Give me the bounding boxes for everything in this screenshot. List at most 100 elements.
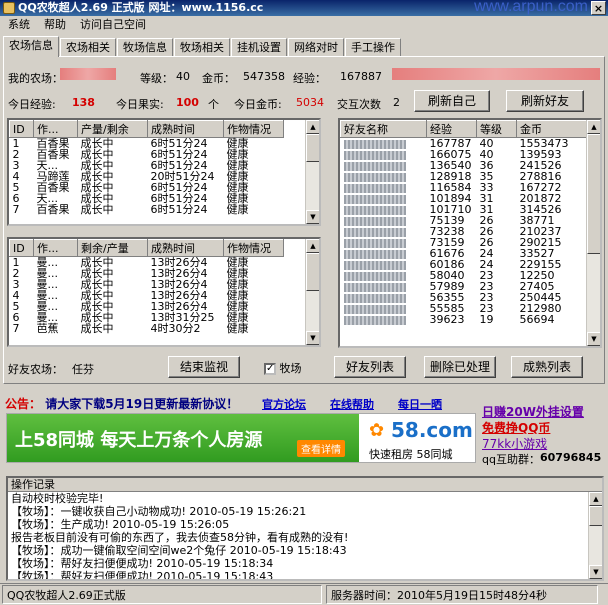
friend-name-redacted [341, 292, 427, 303]
col-id[interactable]: ID [9, 120, 34, 138]
scroll-down-icon[interactable]: ▼ [306, 210, 319, 224]
tab-manual-ops[interactable]: 手工操作 [345, 38, 401, 57]
col-mature-time[interactable]: 成熟时间 [147, 239, 224, 257]
menu-visit-space[interactable]: 访问自己空间 [80, 16, 146, 34]
crop-row[interactable]: 7 百香果 成长中 6时51分24 健康 [10, 204, 284, 215]
today-exp-label: 今日经验: [8, 98, 56, 111]
col-friend-name[interactable]: 好友名称 [340, 120, 427, 138]
log-line: 报告老板目前没有可偷的东西了，我去侦查58分钟，看有成熟的没有! [11, 531, 349, 544]
friend-name-redacted [341, 226, 427, 237]
ad-banner[interactable]: 上58同城 每天上万条个人房源 查看详情 ✿ 58.com 快速租房 58同城 [6, 413, 476, 463]
table-cell: 39623 [429, 313, 465, 326]
col-level[interactable]: 等级 [476, 120, 517, 138]
scroll-up-icon[interactable]: ▲ [589, 492, 602, 506]
tab-idle-settings[interactable]: 挂机设置 [231, 38, 287, 57]
friends-table[interactable]: 好友名称 经验 等级 金币 167787 40 1553473 166075 40 139593… [338, 118, 602, 348]
coins-value: 547358 [243, 70, 285, 83]
tab-pasture-info[interactable]: 牧场信息 [117, 38, 173, 57]
notice-text: 请大家下载5月19日更新最新协议！ [45, 397, 239, 411]
online-help-link[interactable]: 在线帮助 [330, 396, 374, 412]
mature-list-button[interactable]: 成熟列表 [511, 356, 583, 378]
scroll-up-icon[interactable]: ▲ [306, 120, 319, 134]
ad-logo-icon: ✿ [369, 420, 385, 441]
qq-group-label: qq互助群： [482, 453, 540, 466]
table-cell: 成长中 [80, 322, 114, 335]
ad-details-button[interactable]: 查看详情 [297, 440, 345, 457]
col-yield[interactable]: 产量/剩余 [77, 120, 148, 138]
table-cell: 成长中 [80, 203, 114, 216]
col-crop[interactable]: 作... [33, 120, 78, 138]
pasture-checkbox[interactable]: ✓ [264, 363, 276, 375]
scroll-down-icon[interactable]: ▼ [306, 331, 319, 345]
menu-bar: 系统 帮助 访问自己空间 [0, 16, 608, 34]
scroll-thumb[interactable] [306, 253, 319, 291]
side-link-1[interactable]: 日赚20W外挂设置 [482, 403, 584, 420]
friend-name-redacted [341, 259, 427, 270]
level-label: 等级： [140, 72, 173, 85]
refresh-friends-button[interactable]: 刷新好友 [506, 90, 584, 112]
scroll-up-icon[interactable]: ▲ [587, 120, 600, 134]
scroll-down-icon[interactable]: ▼ [587, 332, 600, 346]
menu-help[interactable]: 帮助 [44, 16, 66, 34]
col-status[interactable]: 作物情况 [223, 239, 284, 257]
scroll-thumb[interactable] [306, 134, 319, 162]
interact-label: 交互次数 [337, 98, 381, 111]
refresh-self-button[interactable]: 刷新自己 [414, 90, 490, 112]
scroll-down-icon[interactable]: ▼ [589, 565, 602, 579]
my-farm-label: 我的农场： [8, 72, 63, 85]
coins-label: 金币： [202, 72, 235, 85]
side-link-3[interactable]: 77kk小游戏 [482, 435, 547, 452]
col-exp[interactable]: 经验 [426, 120, 477, 138]
pasture-checkbox-label: 牧场 [279, 362, 302, 375]
scroll-thumb[interactable] [589, 506, 602, 526]
table-cell: 7 [12, 203, 20, 216]
my-farm-name-redacted [60, 68, 116, 80]
scroll-up-icon[interactable]: ▲ [306, 239, 319, 253]
tab-farm-related[interactable]: 农场相关 [60, 38, 116, 57]
log-line: 自动校时校验完毕! [11, 492, 104, 505]
delete-processed-button[interactable]: 删除已处理 [424, 356, 496, 378]
operation-log[interactable]: 操作记录 自动校时校验完毕! 【牧场】：一键收获自己小动物成功! 2010-05-… [6, 476, 604, 581]
my-crop-table[interactable]: ID 作... 产量/剩余 成熟时间 作物情况 1 百香果 成长中 6时51分24 健康 2 百香果… [7, 118, 321, 226]
app-icon [3, 2, 15, 14]
title-bar: QQ农牧超人2.69 正式版 网址：www.1156.cc www.arpun.… [0, 0, 608, 16]
table-cell: 4时30分2 [150, 322, 201, 335]
table-cell: 6时51分24 [150, 203, 208, 216]
friend-name-redacted [341, 248, 427, 259]
tab-network-time[interactable]: 网络对时 [288, 38, 344, 57]
tab-farm-info[interactable]: 农场信息 [3, 36, 59, 57]
col-crop[interactable]: 作... [33, 239, 78, 257]
side-link-2[interactable]: 免费挣QQ币 [482, 419, 550, 436]
friend-name-redacted [341, 215, 427, 226]
status-bar: QQ农牧超人2.69正式版 服务器时间：2010年5月19日15时48分4秒 [0, 583, 608, 604]
official-forum-link[interactable]: 官方论坛 [262, 396, 306, 412]
friend-crop-scrollbar[interactable]: ▲ ▼ [305, 239, 319, 345]
friend-name-redacted [341, 171, 427, 182]
friends-table-scrollbar[interactable]: ▲ ▼ [586, 120, 600, 346]
log-line: 【牧场】：生产成功! 2010-05-19 15:26:05 [11, 518, 230, 531]
tab-pasture-related[interactable]: 牧场相关 [174, 38, 230, 57]
close-button[interactable]: × [591, 1, 606, 15]
scroll-thumb[interactable] [587, 134, 600, 254]
menu-system[interactable]: 系统 [8, 16, 30, 34]
friend-name-redacted [341, 160, 427, 171]
friend-farm-label: 好友农场： [8, 363, 63, 376]
friend-name-redacted [341, 281, 427, 292]
friend-row[interactable]: 39623 19 56694 [341, 314, 587, 325]
col-coins[interactable]: 金币 [516, 120, 587, 138]
friend-crop-table[interactable]: ID 作... 剩余/产量 成熟时间 作物情况 1 曼... 成长中 13时26分4 健康 2 曼.… [7, 237, 321, 347]
friend-name-redacted [341, 303, 427, 314]
friend-crop-row[interactable]: 7 芭蕉 成长中 4时30分2 健康 [10, 323, 284, 334]
col-id[interactable]: ID [9, 239, 34, 257]
col-yield[interactable]: 剩余/产量 [77, 239, 148, 257]
stop-monitor-button[interactable]: 结束监视 [168, 356, 240, 378]
pasture-checkbox-wrap[interactable]: ✓ 牧场 [264, 360, 302, 376]
log-scrollbar[interactable]: ▲ ▼ [588, 492, 602, 579]
today-coins-label: 今日金币: [234, 98, 282, 111]
crop-table-scrollbar[interactable]: ▲ ▼ [305, 120, 319, 224]
friend-list-button[interactable]: 好友列表 [334, 356, 406, 378]
col-mature-time[interactable]: 成熟时间 [147, 120, 224, 138]
col-status[interactable]: 作物情况 [223, 120, 284, 138]
daily-share-link[interactable]: 每日一晒 [398, 396, 442, 412]
table-cell: 19 [479, 313, 494, 326]
